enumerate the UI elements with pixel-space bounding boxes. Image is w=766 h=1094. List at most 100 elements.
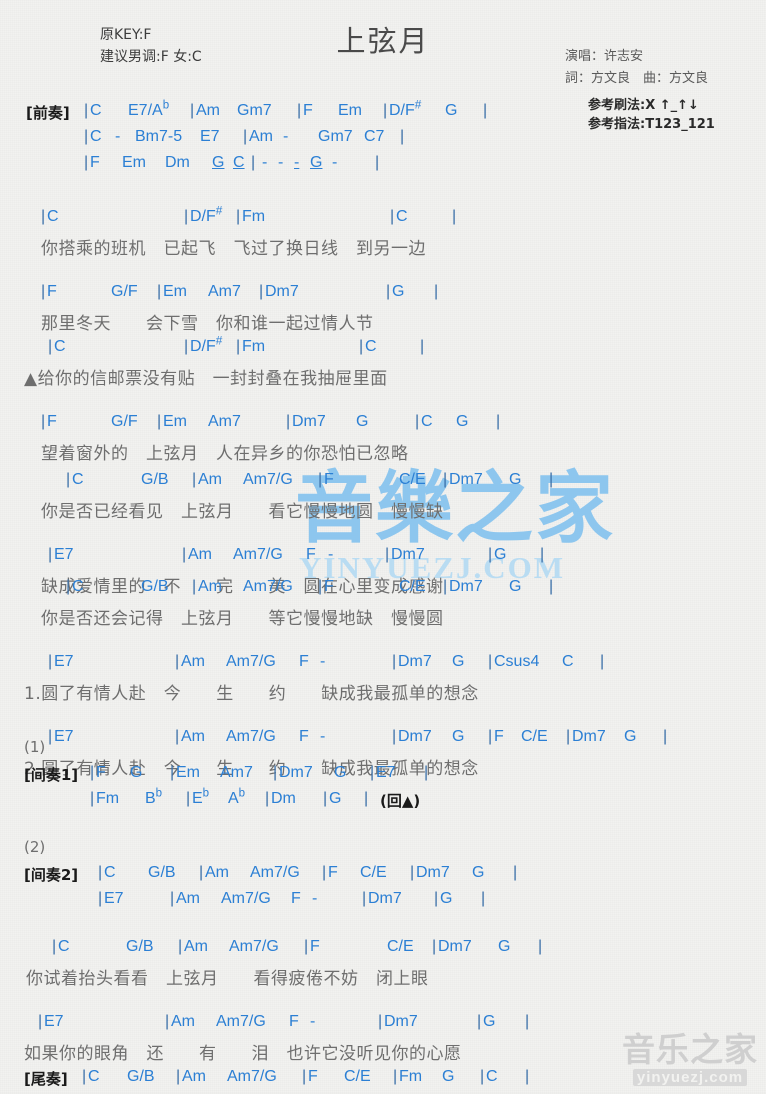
- chord: C: [486, 1068, 498, 1085]
- barline: |: [236, 338, 241, 355]
- chord: Dm7: [449, 471, 483, 488]
- barline: |: [488, 546, 493, 563]
- verse-1-section: | C | D/F# | Fm | C | 你搭乘的班机 已起飞 飞过了换日线 …: [0, 205, 766, 336]
- chord: Am7: [208, 413, 241, 430]
- barline: |: [265, 790, 270, 807]
- barline: |: [170, 890, 175, 907]
- chord: G: [472, 864, 485, 881]
- credits: 演唱：许志安 詞：方文良 曲：方文良: [565, 46, 708, 90]
- barline: |: [525, 1013, 530, 1030]
- barline: |: [488, 653, 493, 670]
- ending-marker-line: (2): [0, 838, 766, 864]
- chord: G: [392, 283, 405, 300]
- barline: |: [90, 790, 95, 807]
- barline: |: [41, 208, 46, 225]
- barline: |: [38, 1013, 43, 1030]
- chord-line: | C G/B | Am Am7/G | F C/E | Dm7 G |: [0, 938, 766, 964]
- barline: |: [420, 338, 425, 355]
- chord: Dm7: [265, 283, 299, 300]
- chord: G: [440, 890, 453, 907]
- chord: C: [421, 413, 433, 430]
- chord-line: | C G/B | Am Am7/G | F C/E | Dm7 G |: [0, 578, 766, 604]
- chord: Am7: [208, 283, 241, 300]
- chord: F: [96, 764, 106, 781]
- dash: -: [294, 154, 300, 171]
- lyric-line: 那里冬天 会下雪 你和谁一起过情人节: [0, 309, 766, 336]
- chord: D/F#: [389, 97, 422, 119]
- barline: |: [375, 154, 380, 171]
- barline: |: [483, 102, 488, 119]
- chord: G: [130, 764, 143, 781]
- singer: 演唱：许志安: [565, 49, 644, 64]
- chord: Am7: [220, 764, 253, 781]
- barline: |: [41, 283, 46, 300]
- barline: |: [480, 1068, 485, 1085]
- barline: |: [424, 764, 429, 781]
- barline: |: [513, 864, 518, 881]
- chord: G/F: [111, 413, 138, 430]
- barline: |: [386, 283, 391, 300]
- ending-1-marker: (1): [24, 738, 46, 756]
- chord: Am7/G: [229, 938, 279, 955]
- chord: E7: [54, 653, 74, 670]
- chord-sheet: 原KEY:F 建议男调:F 女:C 上弦月 演唱：许志安 詞：方文良 曲：方文良…: [0, 0, 766, 1093]
- chord: Em: [163, 413, 187, 430]
- barline: |: [323, 790, 328, 807]
- chord: C: [58, 938, 70, 955]
- chord: Bb: [145, 787, 163, 807]
- barline: |: [170, 764, 175, 781]
- barline: |: [434, 890, 439, 907]
- barline: |: [182, 546, 187, 563]
- barline: |: [190, 102, 195, 119]
- chord: F: [328, 864, 338, 881]
- barline: |: [98, 890, 103, 907]
- barline: |: [452, 208, 457, 225]
- chord: E7/Ab: [128, 99, 170, 119]
- chord: G: [310, 154, 323, 171]
- chord: C/E: [387, 938, 414, 955]
- chord: Am: [198, 471, 222, 488]
- barline: |: [304, 938, 309, 955]
- lyric-text: 你是否还会记得 上弦月 等它慢慢地缺 慢慢圆: [41, 609, 444, 629]
- barline: |: [84, 154, 89, 171]
- interlude-1-section: (1) [间奏1] | F G | Em Am7 | Dm7 G | E7 | …: [0, 738, 766, 816]
- lyric-line: 你试着抬头看看 上弦月 看得疲倦不妨 闭上眼: [0, 964, 766, 991]
- chord-line: | F Em Dm G C | - - - G - |: [0, 154, 766, 180]
- chord: F: [303, 102, 313, 119]
- dash: -: [328, 546, 334, 563]
- chord-line: [间奏1] | F G | Em Am7 | Dm7 G | E7 |: [0, 764, 766, 790]
- chord: Dm7: [449, 578, 483, 595]
- chord: Bm7-5: [135, 128, 183, 145]
- chord: Ab: [228, 787, 246, 807]
- chord: Fm: [242, 338, 266, 355]
- chord: Am7/G: [227, 1068, 277, 1085]
- interlude-2-label: [间奏2]: [24, 866, 79, 884]
- chord: Dm: [165, 154, 190, 171]
- chord: Dm7: [398, 653, 432, 670]
- chord: F: [308, 1068, 318, 1085]
- barline: |: [434, 283, 439, 300]
- verse-marker: ▲给你的信邮票没有贴 一封封叠在我抽屉里面: [24, 369, 388, 389]
- barline: |: [496, 413, 501, 430]
- chord: Gm7: [237, 102, 272, 119]
- barline: |: [549, 578, 554, 595]
- chord: C/E: [399, 471, 426, 488]
- barline: |: [364, 790, 369, 807]
- chord: G/B: [126, 938, 154, 955]
- chord: Fm: [96, 790, 120, 807]
- chord: F: [47, 413, 57, 430]
- chord: Am7/G: [243, 578, 293, 595]
- chord: Csus4: [494, 653, 540, 670]
- chord-line: | C - Bm7-5 E7 | Am - Gm7 C7 |: [0, 128, 766, 154]
- chord: Em: [163, 283, 187, 300]
- chord: Am7/G: [216, 1013, 266, 1030]
- lyric-line: 你是否已经看见 上弦月 看它慢慢地圆 慢慢缺: [0, 497, 766, 524]
- dash: -: [320, 653, 326, 670]
- barline: |: [84, 102, 89, 119]
- barline: |: [52, 938, 57, 955]
- chord: C: [396, 208, 408, 225]
- ending-marker-line: (1): [0, 738, 766, 764]
- chord: Em: [176, 764, 200, 781]
- barline: |: [302, 1068, 307, 1085]
- barline: |: [165, 1013, 170, 1030]
